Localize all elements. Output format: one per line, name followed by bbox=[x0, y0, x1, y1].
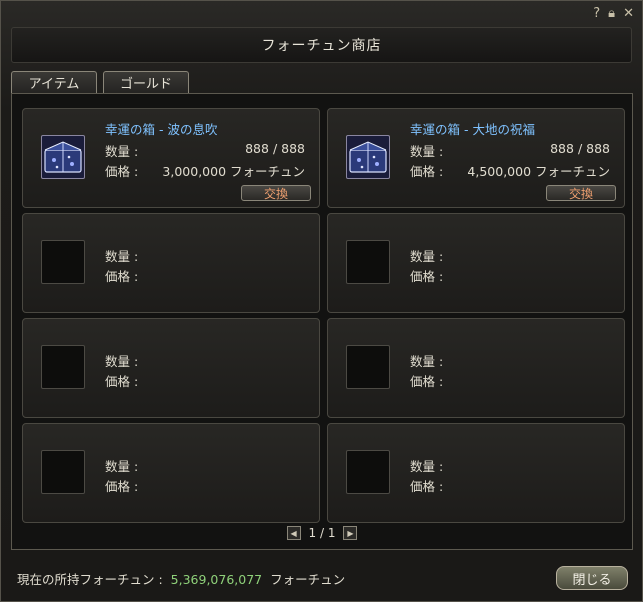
balance-unit: フォーチュン bbox=[270, 572, 346, 587]
empty-item-icon bbox=[41, 240, 85, 284]
page-indicator: 1 / 1 bbox=[308, 526, 336, 540]
next-page-button[interactable]: ▶ bbox=[343, 526, 358, 540]
tab-items[interactable]: アイテム bbox=[11, 71, 97, 93]
quantity-label: 数量 : bbox=[105, 354, 139, 369]
quantity-label: 数量 : bbox=[410, 354, 444, 369]
lucky-box-icon bbox=[41, 135, 85, 179]
window-controls: ? 🔒︎ ✕ bbox=[593, 7, 634, 21]
price-value: 3,000,000 フォーチュン bbox=[162, 164, 305, 179]
empty-slot: 数量 : 価格 : bbox=[327, 213, 625, 313]
price-label: 価格 : bbox=[105, 269, 139, 284]
help-icon[interactable]: ? bbox=[593, 7, 600, 21]
price-label: 価格 : bbox=[410, 479, 444, 494]
empty-item-icon bbox=[346, 345, 390, 389]
balance-label: 現在の所持フォーチュン : bbox=[17, 572, 163, 587]
price-label: 価格 : bbox=[105, 374, 139, 389]
price-label: 価格 : bbox=[410, 164, 444, 179]
shop-content: 幸運の箱 - 波の息吹 数量 : 888 / 888 価格 : 3,000,00… bbox=[11, 93, 633, 550]
fortune-shop-window: ? 🔒︎ ✕ フォーチュン商店 アイテム ゴールド 幸運の箱 - 波の息吹 数量… bbox=[0, 0, 643, 602]
quantity-value: 888 / 888 bbox=[550, 141, 610, 156]
quantity-label: 数量 : bbox=[105, 249, 139, 264]
close-icon[interactable]: ✕ bbox=[623, 7, 634, 21]
empty-item-icon bbox=[346, 240, 390, 284]
empty-item-icon bbox=[41, 345, 85, 389]
empty-slot: 数量 : 価格 : bbox=[22, 318, 320, 418]
exchange-button[interactable]: 交換 bbox=[546, 185, 616, 201]
title-bar: フォーチュン商店 bbox=[11, 27, 632, 63]
balance-amount: 5,369,076,077 bbox=[170, 572, 263, 587]
prev-page-button[interactable]: ◀ bbox=[286, 526, 301, 540]
quantity-label: 数量 : bbox=[410, 459, 444, 474]
price-label: 価格 : bbox=[105, 479, 139, 494]
empty-slot: 数量 : 価格 : bbox=[22, 213, 320, 313]
exchange-button[interactable]: 交換 bbox=[241, 185, 311, 201]
close-button[interactable]: 閉じる bbox=[556, 566, 628, 590]
price-label: 価格 : bbox=[410, 269, 444, 284]
quantity-value: 888 / 888 bbox=[245, 141, 305, 156]
empty-item-icon bbox=[346, 450, 390, 494]
quantity-label: 数量 : bbox=[410, 249, 444, 264]
price-value: 4,500,000 フォーチュン bbox=[467, 164, 610, 179]
fortune-balance: 現在の所持フォーチュン : 5,369,076,077 フォーチュン bbox=[17, 569, 345, 588]
quantity-label: 数量 : bbox=[105, 459, 139, 474]
page-title: フォーチュン商店 bbox=[261, 38, 382, 54]
tab-gold[interactable]: ゴールド bbox=[103, 71, 189, 93]
quantity-label: 数量 : bbox=[410, 144, 444, 159]
lucky-box-icon bbox=[346, 135, 390, 179]
quantity-label: 数量 : bbox=[105, 144, 139, 159]
price-label: 価格 : bbox=[105, 164, 139, 179]
empty-slot: 数量 : 価格 : bbox=[327, 423, 625, 523]
lock-icon[interactable]: 🔒︎ bbox=[608, 7, 615, 21]
empty-slot: 数量 : 価格 : bbox=[327, 318, 625, 418]
price-label: 価格 : bbox=[410, 374, 444, 389]
empty-slot: 数量 : 価格 : bbox=[22, 423, 320, 523]
pagination: ◀ 1 / 1 ▶ bbox=[12, 526, 632, 540]
empty-item-icon bbox=[41, 450, 85, 494]
item-slot[interactable]: 幸運の箱 - 波の息吹 数量 : 888 / 888 価格 : 3,000,00… bbox=[22, 108, 320, 208]
item-name: 幸運の箱 - 波の息吹 bbox=[105, 122, 218, 137]
item-name: 幸運の箱 - 大地の祝福 bbox=[410, 122, 535, 137]
tab-bar: アイテム ゴールド bbox=[11, 71, 189, 93]
item-slot[interactable]: 幸運の箱 - 大地の祝福 数量 : 888 / 888 価格 : 4,500,0… bbox=[327, 108, 625, 208]
